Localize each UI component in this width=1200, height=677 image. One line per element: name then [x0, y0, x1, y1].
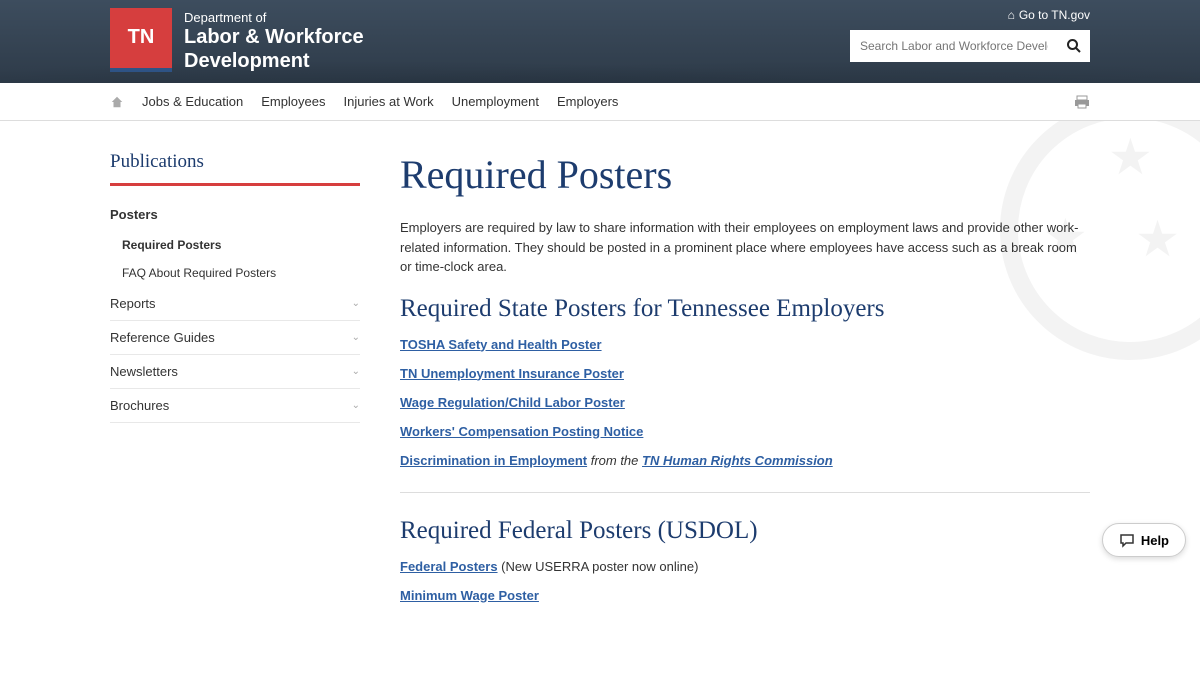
link-workers-comp[interactable]: Workers' Compensation Posting Notice — [400, 424, 643, 439]
nav-employers[interactable]: Employers — [557, 94, 618, 109]
state-posters-heading: Required State Posters for Tennessee Emp… — [400, 295, 1090, 323]
help-button[interactable]: Help — [1102, 523, 1186, 557]
sidebar-sub-required-posters[interactable]: Required Posters — [110, 231, 360, 259]
link-unemployment-insurance[interactable]: TN Unemployment Insurance Poster — [400, 366, 624, 381]
nav-jobs-education[interactable]: Jobs & Education — [142, 94, 243, 109]
sidebar-item-reports[interactable]: Reports⌄ — [110, 287, 360, 321]
main-content: Required Posters Employers are required … — [400, 151, 1090, 617]
search-input[interactable] — [850, 39, 1058, 53]
sidebar-item-newsletters[interactable]: Newsletters⌄ — [110, 355, 360, 389]
chat-icon — [1119, 532, 1135, 548]
link-minimum-wage[interactable]: Minimum Wage Poster — [400, 588, 539, 603]
chevron-down-icon: ⌄ — [352, 298, 360, 309]
search-box[interactable] — [850, 30, 1090, 62]
home-icon: ⌂ — [1008, 8, 1015, 22]
divider — [400, 492, 1090, 493]
tn-logo-text: TN — [128, 26, 155, 49]
sidebar-sub-faq[interactable]: FAQ About Required Posters — [110, 259, 360, 287]
sidebar-title: Publications — [110, 151, 360, 186]
watermark-star: ★ — [1135, 210, 1180, 268]
nav-home-icon[interactable] — [110, 95, 124, 109]
sidebar-item-posters[interactable]: Posters — [110, 198, 360, 231]
print-icon[interactable] — [1074, 94, 1090, 110]
intro-paragraph: Employers are required by law to share i… — [400, 218, 1090, 277]
sidebar-item-reference-guides[interactable]: Reference Guides⌄ — [110, 321, 360, 355]
link-wage-regulation[interactable]: Wage Regulation/Child Labor Poster — [400, 395, 625, 410]
nav-employees[interactable]: Employees — [261, 94, 325, 109]
link-discrimination[interactable]: Discrimination in Employment — [400, 453, 587, 468]
search-icon[interactable] — [1058, 38, 1090, 54]
link-federal-posters[interactable]: Federal Posters — [400, 559, 498, 574]
sidebar-item-brochures[interactable]: Brochures⌄ — [110, 389, 360, 423]
chevron-down-icon: ⌄ — [352, 400, 360, 411]
federal-posters-heading: Required Federal Posters (USDOL) — [400, 517, 1090, 545]
tn-logo-box: TN — [110, 8, 172, 72]
department-title: Department of Labor & Workforce Developm… — [184, 10, 364, 74]
chevron-down-icon: ⌄ — [352, 366, 360, 377]
link-human-rights-commission[interactable]: TN Human Rights Commission — [642, 453, 833, 468]
sidebar: Publications Posters Required Posters FA… — [110, 151, 360, 617]
link-tosha[interactable]: TOSHA Safety and Health Poster — [400, 337, 602, 352]
go-to-tngov-link[interactable]: ⌂ Go to TN.gov — [1008, 8, 1090, 22]
chevron-down-icon: ⌄ — [352, 332, 360, 343]
federal-note: (New USERRA poster now online) — [498, 559, 699, 574]
nav-unemployment[interactable]: Unemployment — [452, 94, 539, 109]
site-logo[interactable]: TN Department of Labor & Workforce Devel… — [110, 10, 364, 74]
page-title: Required Posters — [400, 151, 1090, 198]
nav-injuries[interactable]: Injuries at Work — [344, 94, 434, 109]
